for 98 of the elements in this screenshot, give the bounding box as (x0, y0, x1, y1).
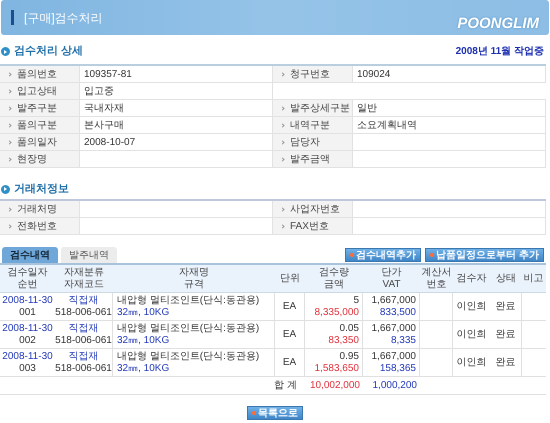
chevron-icon (7, 122, 12, 128)
table-cell: 001 (19, 306, 36, 318)
table-cell-text: 32㎜, 10KG (117, 362, 170, 374)
field-label: 입고상태 (17, 84, 57, 98)
chevron-icon (7, 72, 12, 76)
column-header: 비고 (522, 272, 544, 286)
field-label: 발주상세구분 (290, 102, 350, 116)
field-label: 현장명 (17, 152, 47, 166)
table-cell: 직접재 (68, 294, 98, 306)
table-cell-text: 내압형 멀티조인트(단식:동관용) (117, 322, 260, 334)
total-label: 합 계 (274, 379, 297, 393)
section-title: 검수처리 상세 (14, 44, 84, 60)
field-label: 담당자 (290, 136, 320, 150)
field-value: 본사구매 (84, 118, 124, 132)
table-cell: 0.05 (340, 322, 359, 334)
field-value: 2008-10-07 (84, 136, 136, 150)
table-cell: 이인희 (456, 300, 486, 312)
chevron-icon (7, 140, 12, 144)
tab[interactable]: 검수내역 (2, 247, 58, 263)
table-cell: 이인희 (456, 356, 486, 368)
table-cell: EA (282, 356, 296, 368)
table-cell: 0.95 (340, 350, 359, 362)
table-cell: 완료 (496, 300, 516, 312)
chevron-icon (7, 206, 12, 212)
field-label: 청구번호 (290, 68, 330, 82)
table-cell: 직접재 (68, 322, 98, 334)
field-label: FAX번호 (290, 220, 329, 234)
total-amount: 10,002,000 (310, 379, 360, 393)
date-link[interactable]: 2008-11-30 (2, 350, 53, 362)
table-cell: 1,667,000 (372, 294, 416, 306)
field-label: 발주구분 (17, 102, 57, 116)
column-header: 단위 (279, 272, 301, 286)
table-cell: 1,667,000 (372, 350, 416, 362)
field-label: 거래처명 (17, 202, 57, 216)
field-value: 일반 (357, 102, 377, 116)
table-cell: 833,500 (380, 306, 416, 318)
field-label: 품의번호 (17, 68, 57, 82)
table-cell: 518-006-061 (55, 362, 112, 374)
column-header: 검수자 (456, 272, 488, 286)
table-cell: 직접재 (68, 350, 98, 362)
column-header: 검수일자 순번 (6, 266, 48, 292)
table-cell: 518-006-061 (55, 306, 112, 318)
field-value: 입고중 (84, 84, 114, 98)
field-label: 사업자번호 (290, 202, 340, 216)
column-header: 계산서 번호 (420, 266, 452, 292)
chevron-icon (280, 72, 285, 76)
table-cell-text: 32㎜, 10KG (117, 334, 170, 346)
chevron-icon (7, 88, 12, 94)
date-link[interactable]: 2008-11-30 (2, 322, 53, 334)
table-cell: 003 (19, 362, 36, 374)
table-cell-text: 내압형 멀티조인트(단식:동관용) (117, 350, 260, 362)
section-title: 거래처정보 (14, 182, 69, 197)
chevron-icon (7, 106, 12, 110)
table-cell: 83,350 (328, 334, 359, 346)
total-vat: 1,000,200 (372, 379, 417, 393)
table-cell: 5 (353, 294, 359, 306)
table-cell-text: 32㎜, 10KG (117, 306, 170, 318)
table-cell: 이인희 (456, 328, 486, 340)
column-header: 상태 (495, 272, 517, 286)
chevron-icon (280, 140, 285, 144)
column-header: 단가 VAT (380, 266, 402, 292)
page-title: [구매]검수처리 (24, 10, 104, 26)
accent-bar (11, 10, 14, 25)
table-cell: 518-006-061 (55, 334, 112, 346)
date-link[interactable]: 2008-11-30 (2, 294, 53, 306)
field-value: 국내자재 (84, 102, 124, 116)
table-cell: EA (282, 328, 296, 340)
field-label: 전화번호 (17, 220, 57, 234)
field-label: 품의일자 (17, 136, 57, 150)
logo: POONGLIM (457, 14, 539, 34)
field-value: 소요계획내역 (357, 118, 417, 132)
column-header: 자재분류 자재코드 (63, 266, 105, 292)
field-value: 109024 (357, 68, 390, 82)
field-label: 품의구분 (17, 118, 57, 132)
table-cell: EA (282, 300, 296, 312)
table-cell: 완료 (496, 356, 516, 368)
chevron-icon (280, 122, 285, 128)
column-header: 검수량 금액 (318, 266, 350, 292)
table-cell: 완료 (496, 328, 516, 340)
table-cell: 1,583,650 (314, 362, 359, 374)
field-value: 109357-81 (84, 68, 132, 82)
field-label: 발주금액 (290, 152, 330, 166)
table-cell: 158,365 (380, 362, 416, 374)
chevron-icon (280, 224, 285, 228)
table-cell: 1,667,000 (372, 322, 416, 334)
table-cell-text: 내압형 멀티조인트(단식:동관용) (117, 294, 260, 306)
table-cell: 8,335 (390, 334, 416, 346)
chevron-icon (280, 206, 285, 212)
chevron-icon (7, 224, 12, 228)
chevron-icon (7, 156, 12, 162)
field-label: 내역구분 (290, 118, 330, 132)
column-header: 자재명 규격 (178, 266, 210, 292)
work-status: 2008년 11월 작업중 (456, 45, 545, 59)
chevron-icon (280, 156, 285, 162)
tab[interactable]: 발주내역 (61, 247, 117, 263)
table-cell: 8,335,000 (314, 306, 359, 318)
table-cell: 002 (19, 334, 36, 346)
chevron-icon (280, 106, 285, 110)
